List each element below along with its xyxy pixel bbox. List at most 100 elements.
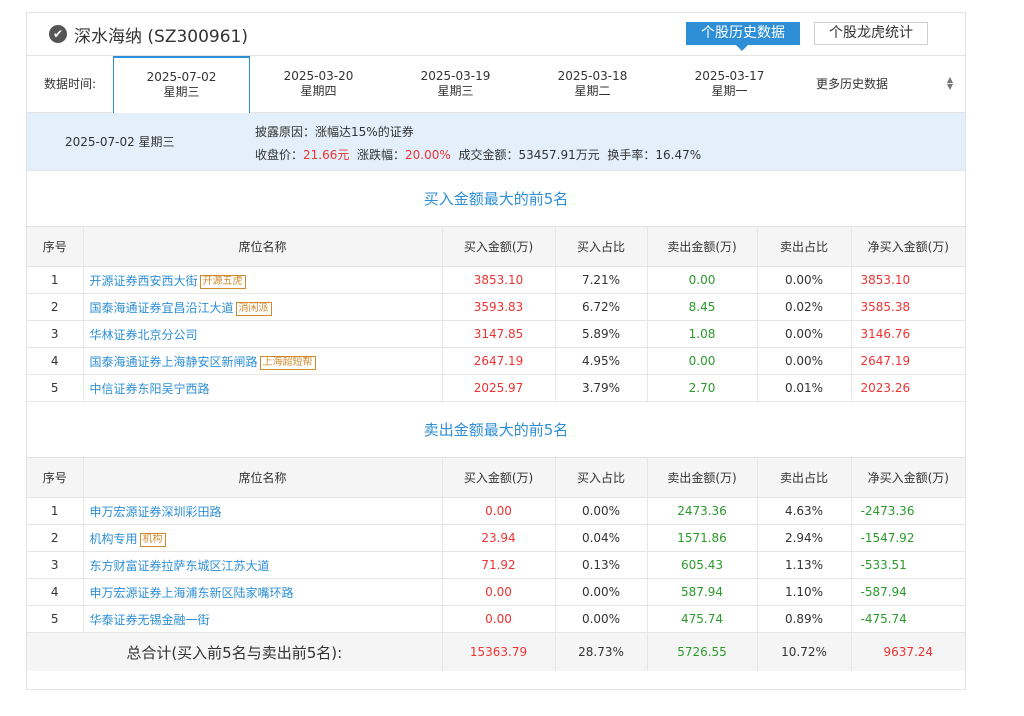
- col-header: 卖出金额(万): [647, 458, 758, 498]
- net-buy-amount: -533.51: [851, 551, 965, 579]
- sell-amount: 2473.36: [647, 497, 758, 525]
- seat-name-cell[interactable]: 国泰海通证券宜昌沿江大道 消闲派: [83, 293, 443, 321]
- sell-ratio: 0.00%: [757, 320, 852, 348]
- date-tab-weekday: 星期四: [300, 84, 337, 98]
- sell-amount: 0.00: [647, 347, 758, 375]
- buy-ratio: 0.04%: [555, 524, 648, 552]
- net-buy-amount: 3853.10: [851, 266, 965, 294]
- row-number: 5: [27, 605, 84, 633]
- sell-amount: 1.08: [647, 320, 758, 348]
- sell-amount: 1571.86: [647, 524, 758, 552]
- buy-table: 序号 席位名称 买入金额(万) 买入占比 卖出金额(万) 卖出占比 净买入金额(…: [27, 227, 965, 402]
- date-tab-4[interactable]: 2025-03-17 星期一: [661, 56, 798, 112]
- stock-history-button[interactable]: 个股历史数据: [686, 22, 800, 51]
- buy-ratio: 7.21%: [555, 266, 648, 294]
- col-header: 买入占比: [555, 458, 648, 498]
- net-buy-amount: -475.74: [851, 605, 965, 633]
- stock-lhb-stats-button[interactable]: 个股龙虎统计: [814, 22, 928, 45]
- buy-amount: 3593.83: [442, 293, 556, 321]
- sell-section-title: 卖出金额最大的前5名: [27, 402, 965, 458]
- table-row: 4 国泰海通证券上海静安区新闸路 上海超短帮 2647.19 4.95% 0.00 0.00…: [27, 347, 965, 375]
- date-tab-2[interactable]: 2025-03-19 星期三: [387, 56, 524, 112]
- change-value: 20.00%: [405, 148, 451, 162]
- table-row: 5 华泰证券无锡金融一街 0.00 0.00% 475.74 0.89% -475.74: [27, 605, 965, 633]
- date-tab-1[interactable]: 2025-03-20 星期四: [250, 56, 387, 112]
- seat-name-cell[interactable]: 开源证券西安西大街 开源五虎: [83, 266, 443, 294]
- date-tabs-bar: 数据时间: 2025-07-02 星期三 2025-03-20 星期四 2025…: [27, 56, 965, 113]
- date-tab-date: 2025-03-17: [694, 69, 765, 83]
- seat-name-cell[interactable]: 中信证券东阳吴宁西路: [83, 374, 443, 402]
- sell-ratio: 0.89%: [757, 605, 852, 633]
- table-row: 5 中信证券东阳吴宁西路 2025.97 3.79% 2.70 0.01% 2023.26: [27, 374, 965, 402]
- buy-amount: 3853.10: [442, 266, 556, 294]
- col-header: 席位名称: [83, 458, 443, 498]
- seat-name-link[interactable]: 国泰海通证券上海静安区新闸路: [90, 355, 258, 369]
- more-history-label: 更多历史数据: [816, 77, 889, 91]
- close-label: 收盘价：: [255, 148, 304, 162]
- row-number: 3: [27, 551, 84, 579]
- buy-ratio: 0.13%: [555, 551, 648, 579]
- net-buy-amount: 2023.26: [851, 374, 965, 402]
- seat-name-link[interactable]: 开源证券西安西大街: [90, 274, 198, 288]
- seat-name-cell[interactable]: 华泰证券无锡金融一街: [83, 605, 443, 633]
- seat-name-link[interactable]: 东方财富证券拉萨东城区江苏大道: [90, 559, 270, 573]
- net-buy-amount: -1547.92: [851, 524, 965, 552]
- table-row: 1 申万宏源证券深圳彩田路 0.00 0.00% 2473.36 4.63% -2473.3…: [27, 497, 965, 525]
- amount-label: 成交金额：: [458, 148, 519, 162]
- row-number: 2: [27, 524, 84, 552]
- row-number: 1: [27, 266, 84, 294]
- seat-name-cell[interactable]: 申万宏源证券上海浦东新区陆家嘴环路: [83, 578, 443, 606]
- net-buy-amount: 2647.19: [851, 347, 965, 375]
- table-row: 2 机构专用 机构 23.94 0.04% 1571.86 2.94% -1547.92: [27, 524, 965, 552]
- row-number: 2: [27, 293, 84, 321]
- date-tab-date: 2025-03-19: [420, 69, 491, 83]
- seat-name-cell[interactable]: 国泰海通证券上海静安区新闸路 上海超短帮: [83, 347, 443, 375]
- total-buy: 15363.79: [442, 632, 556, 671]
- col-header: 卖出金额(万): [647, 227, 758, 267]
- seat-name-link[interactable]: 华泰证券无锡金融一街: [90, 613, 210, 627]
- seat-name-link[interactable]: 国泰海通证券宜昌沿江大道: [90, 301, 234, 315]
- price-line: 收盘价：21.66元 涨跌幅：20.00% 成交金额：53457.91万元 换手…: [255, 146, 701, 163]
- buy-ratio: 6.72%: [555, 293, 648, 321]
- col-header: 卖出占比: [757, 227, 852, 267]
- seat-name-cell[interactable]: 机构专用 机构: [83, 524, 443, 552]
- sell-ratio: 0.01%: [757, 374, 852, 402]
- col-header: 买入占比: [555, 227, 648, 267]
- info-bar: 2025-07-02 星期三 披露原因：涨幅达15%的证券 收盘价：21.66元…: [27, 113, 965, 171]
- buy-ratio: 0.00%: [555, 605, 648, 633]
- change-label: 涨跌幅：: [357, 148, 406, 162]
- buy-section-title: 买入金额最大的前5名: [27, 171, 965, 227]
- table-header-row: 序号 席位名称 买入金额(万) 买入占比 卖出金额(万) 卖出占比 净买入金额(…: [27, 227, 965, 267]
- buy-ratio: 0.00%: [555, 578, 648, 606]
- seat-name-link[interactable]: 中信证券东阳吴宁西路: [90, 382, 210, 396]
- date-tab-3[interactable]: 2025-03-18 星期二: [524, 56, 661, 112]
- table-row: 4 申万宏源证券上海浦东新区陆家嘴环路 0.00 0.00% 587.94 1.10% -5…: [27, 578, 965, 606]
- seat-name-link[interactable]: 机构专用: [90, 532, 138, 546]
- sell-amount: 605.43: [647, 551, 758, 579]
- table-row: 1 开源证券西安西大街 开源五虎 3853.10 7.21% 0.00 0.00% 3853.…: [27, 266, 965, 294]
- date-tab-date: 2025-07-02: [146, 70, 217, 84]
- sell-amount: 475.74: [647, 605, 758, 633]
- col-header: 买入金额(万): [442, 227, 556, 267]
- sell-amount: 2.70: [647, 374, 758, 402]
- table-header-row: 序号 席位名称 买入金额(万) 买入占比 卖出金额(万) 卖出占比 净买入金额(…: [27, 458, 965, 498]
- net-buy-amount: 3585.38: [851, 293, 965, 321]
- col-header: 卖出占比: [757, 458, 852, 498]
- date-tab-0[interactable]: 2025-07-02 星期三: [113, 56, 250, 113]
- seat-name-link[interactable]: 华林证券北京分公司: [90, 328, 198, 342]
- stock-title: 深水海纳 (SZ300961): [74, 26, 249, 47]
- date-tab-date: 2025-03-20: [283, 69, 354, 83]
- seat-name-cell[interactable]: 华林证券北京分公司: [83, 320, 443, 348]
- panel-header: ✔ 深水海纳 (SZ300961) 个股历史数据 个股龙虎统计: [27, 13, 965, 56]
- seat-tag: 上海超短帮: [259, 355, 316, 370]
- date-tab-weekday: 星期二: [574, 84, 611, 98]
- seat-name-link[interactable]: 申万宏源证券深圳彩田路: [90, 505, 222, 519]
- seat-name-cell[interactable]: 申万宏源证券深圳彩田路: [83, 497, 443, 525]
- sell-ratio: 2.94%: [757, 524, 852, 552]
- more-history-select[interactable]: 更多历史数据 ▲ ▼: [800, 56, 965, 112]
- buy-amount: 3147.85: [442, 320, 556, 348]
- buy-ratio: 5.89%: [555, 320, 648, 348]
- seat-name-link[interactable]: 申万宏源证券上海浦东新区陆家嘴环路: [90, 586, 294, 600]
- seat-name-cell[interactable]: 东方财富证券拉萨东城区江苏大道: [83, 551, 443, 579]
- dragon-tiger-panel: ✔ 深水海纳 (SZ300961) 个股历史数据 个股龙虎统计 数据时间: 20…: [26, 12, 966, 690]
